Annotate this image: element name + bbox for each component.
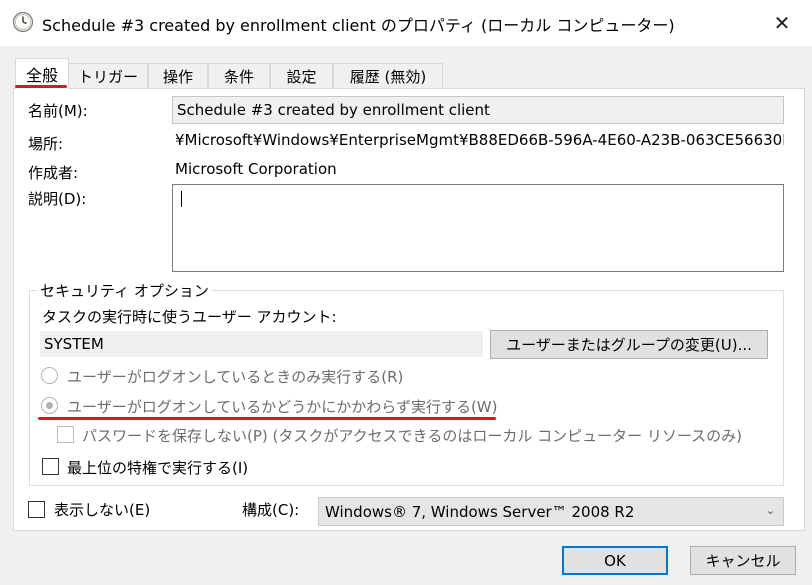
highest-privileges-label: 最上位の特権で実行する(I) <box>67 459 249 477</box>
configure-select-value: Windows® 7, Windows Server™ 2008 R2 <box>325 502 635 521</box>
checkbox-do-not-store-password[interactable] <box>57 426 74 443</box>
tab-actions-label: 操作 <box>162 67 193 86</box>
author-label: 作成者: <box>28 164 79 182</box>
configure-select[interactable]: Windows® 7, Windows Server™ 2008 R2 ⌄ <box>318 497 784 526</box>
security-options-title: セキュリティ オプション <box>37 280 212 301</box>
radio-logged-on-only-label: ユーザーがログオンしているときのみ実行する(R) <box>67 368 404 386</box>
cancel-button[interactable]: キャンセル <box>690 546 796 575</box>
checkbox-hidden[interactable] <box>28 501 45 518</box>
tab-actions[interactable]: 操作 <box>148 63 208 88</box>
account-label: タスクの実行時に使うユーザー アカウント: <box>42 308 337 326</box>
description-textarea[interactable] <box>172 184 784 272</box>
change-user-button[interactable]: ユーザーまたはグループの変更(U)... <box>490 330 768 359</box>
chevron-down-icon: ⌄ <box>765 504 775 517</box>
name-field[interactable]: Schedule #3 created by enrollment client <box>172 96 784 124</box>
radio-logged-on-or-not[interactable] <box>41 397 58 414</box>
author-value: Microsoft Corporation <box>175 160 337 178</box>
radio-logged-on-only[interactable] <box>41 367 58 384</box>
tab-triggers-label: トリガー <box>77 67 138 86</box>
close-icon: ✕ <box>773 11 791 35</box>
tab-conditions-label: 条件 <box>223 67 254 86</box>
tab-history-label: 履歴 (無効) <box>349 67 427 86</box>
description-label: 説明(D): <box>28 190 87 208</box>
configure-label: 構成(C): <box>242 501 300 519</box>
window-title: Schedule #3 created by enrollment client… <box>42 16 675 35</box>
tab-triggers[interactable]: トリガー <box>68 63 148 88</box>
close-button[interactable]: ✕ <box>762 6 802 40</box>
radio-logged-on-or-not-label: ユーザーがログオンしているかどうかにかかわらず実行する(W) <box>67 398 498 416</box>
checkbox-highest-privileges[interactable] <box>42 458 59 475</box>
clock-icon <box>12 11 34 33</box>
location-label: 場所: <box>28 135 64 153</box>
tab-highlight-underline <box>15 85 67 88</box>
tab-history[interactable]: 履歴 (無効) <box>333 63 443 88</box>
tab-settings-label: 設定 <box>286 67 317 86</box>
hidden-label: 表示しない(E) <box>54 501 151 519</box>
location-value: ¥Microsoft¥Windows¥EnterpriseMgmt¥B88ED6… <box>175 131 784 149</box>
account-field[interactable]: SYSTEM <box>40 331 483 357</box>
tab-general-label: 全般 <box>25 66 58 85</box>
tab-conditions[interactable]: 条件 <box>208 63 270 88</box>
tab-settings[interactable]: 設定 <box>270 63 333 88</box>
cancel-button-label: キャンセル <box>705 552 781 570</box>
ok-button[interactable]: OK <box>562 546 668 575</box>
annotation-red-underline <box>38 417 496 420</box>
text-caret <box>181 191 182 207</box>
do-not-store-password-label: パスワードを保存しない(P) (タスクがアクセスできるのはローカル コンピュータ… <box>82 427 742 445</box>
ok-button-label: OK <box>604 551 626 570</box>
change-user-button-label: ユーザーまたはグループの変更(U)... <box>506 336 752 354</box>
name-label: 名前(M): <box>28 102 88 120</box>
